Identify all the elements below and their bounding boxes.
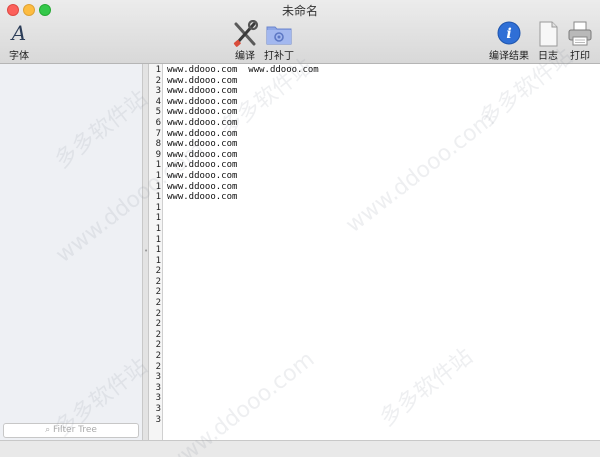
- line-number: 4: [155, 96, 161, 107]
- sidebar-splitter[interactable]: •: [142, 64, 149, 440]
- line-number: 2: [155, 361, 161, 372]
- line-number: 1: [155, 255, 161, 266]
- line-number: 5: [155, 107, 161, 118]
- line-number: 1: [155, 234, 161, 245]
- filter-tree-placeholder: Filter Tree: [53, 425, 97, 435]
- line-number: 2: [155, 308, 161, 319]
- toolbar: 未命名 A 字体 编译 打补丁 i 编译结果 日志 打印: [0, 0, 600, 64]
- line-number: 1: [155, 223, 161, 234]
- line-number: 2: [155, 287, 161, 298]
- line-number: 3: [155, 414, 161, 425]
- line-number: 1: [155, 170, 161, 181]
- line-numbers: 1234567891111111111222222222233333: [149, 65, 161, 425]
- code-line[interactable]: www.ddooo.com: [167, 139, 319, 150]
- line-number: 1: [155, 181, 161, 192]
- line-number: 2: [155, 276, 161, 287]
- code-line[interactable]: www.ddooo.com: [167, 171, 319, 182]
- compile-result-label: 编译结果: [489, 51, 529, 62]
- code-line[interactable]: www.ddooo.com www.ddooo.com: [167, 65, 319, 76]
- code-line[interactable]: www.ddooo.com: [167, 76, 319, 87]
- line-number: 8: [155, 139, 161, 150]
- tools-icon: [233, 20, 259, 47]
- line-number: 1: [155, 192, 161, 203]
- line-number: 1: [155, 213, 161, 224]
- line-number: 2: [155, 75, 161, 86]
- patch-folder-icon: [266, 26, 292, 45]
- code-line[interactable]: www.ddooo.com: [167, 86, 319, 97]
- print-button[interactable]: 打印: [566, 20, 594, 62]
- compile-result-button[interactable]: i 编译结果: [489, 20, 529, 62]
- line-number: 1: [155, 202, 161, 213]
- line-number: 2: [155, 298, 161, 309]
- line-number: 3: [155, 393, 161, 404]
- status-bar: [0, 440, 600, 457]
- code-line[interactable]: www.ddooo.com: [167, 182, 319, 193]
- code-editor[interactable]: www.ddooo.com www.ddooo.com www.ddooo.com…: [163, 64, 600, 440]
- line-number: 3: [155, 86, 161, 97]
- line-number: 7: [155, 128, 161, 139]
- code-line[interactable]: www.ddooo.com: [167, 118, 319, 129]
- printer-icon: [568, 21, 592, 46]
- line-number: 2: [155, 319, 161, 330]
- file-tree-sidebar[interactable]: [0, 64, 142, 440]
- compile-label: 编译: [235, 51, 255, 62]
- log-document-icon: [539, 21, 558, 47]
- code-lines: www.ddooo.com www.ddooo.com www.ddooo.com…: [167, 65, 319, 203]
- svg-text:i: i: [506, 26, 511, 42]
- svg-text:A: A: [10, 21, 26, 45]
- line-number: 2: [155, 351, 161, 362]
- patch-label: 打补丁: [264, 51, 294, 62]
- splitter-handle-icon: •: [144, 247, 149, 255]
- line-number: 2: [155, 340, 161, 351]
- patch-button[interactable]: 打补丁: [262, 20, 296, 62]
- line-number: 3: [155, 372, 161, 383]
- line-number: 3: [155, 404, 161, 414]
- line-number-gutter: 1234567891111111111222222222233333: [149, 64, 163, 440]
- search-icon: ⌕: [45, 425, 51, 435]
- line-number: 3: [155, 382, 161, 393]
- line-number: 9: [155, 149, 161, 160]
- line-number: 2: [155, 266, 161, 277]
- line-number: 6: [155, 117, 161, 128]
- log-button[interactable]: 日志: [534, 20, 562, 62]
- code-line[interactable]: www.ddooo.com: [167, 150, 319, 161]
- line-number: 1: [155, 245, 161, 256]
- line-number: 1: [155, 65, 161, 75]
- filter-tree-input[interactable]: ⌕ Filter Tree: [3, 423, 139, 438]
- code-line[interactable]: www.ddooo.com: [167, 107, 319, 118]
- line-number: 1: [155, 160, 161, 171]
- font-label: 字体: [9, 51, 29, 62]
- code-line[interactable]: www.ddooo.com: [167, 160, 319, 171]
- compile-button[interactable]: 编译: [229, 20, 261, 62]
- sidebar-footer: ⌕ Filter Tree: [0, 420, 142, 440]
- print-label: 打印: [570, 51, 590, 62]
- code-line[interactable]: www.ddooo.com: [167, 129, 319, 140]
- line-number: 2: [155, 329, 161, 340]
- font-button[interactable]: A 字体: [4, 20, 34, 62]
- log-label: 日志: [538, 51, 558, 62]
- window-title: 未命名: [281, 4, 318, 18]
- code-line[interactable]: www.ddooo.com: [167, 192, 319, 203]
- app-window: 未命名 A 字体 编译 打补丁 i 编译结果 日志 打印 ⌕ Filter Tr…: [0, 0, 600, 457]
- code-line[interactable]: www.ddooo.com: [167, 97, 319, 108]
- info-icon: i: [497, 21, 521, 45]
- font-icon: A: [10, 21, 26, 45]
